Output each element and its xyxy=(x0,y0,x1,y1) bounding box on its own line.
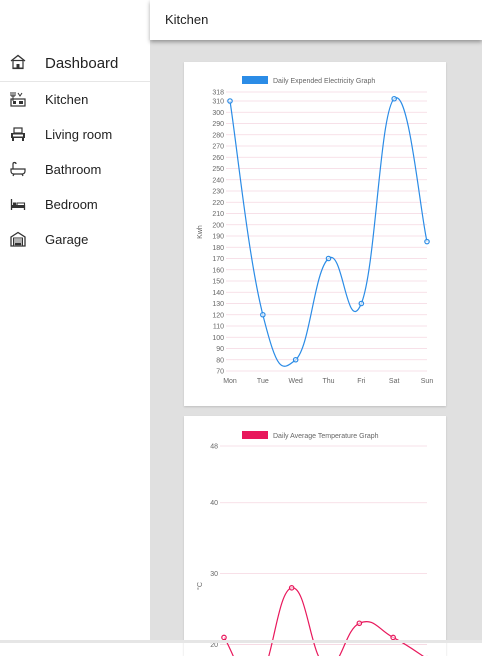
sofa-icon xyxy=(11,127,25,141)
electricity-chart: Daily Expended Electricity Graph 70 80 90 10… xyxy=(197,76,434,385)
temperature-chart-card: Daily Average Temperature Graph 20 30 40 48 °… xyxy=(184,416,446,656)
y-tick-label: 100 xyxy=(212,335,224,342)
data-point xyxy=(288,585,295,591)
sidebar-item-label: Living room xyxy=(45,126,113,142)
y-tick-label: 90 xyxy=(216,346,224,353)
chart-legend: Daily Expended Electricity Graph xyxy=(242,76,375,85)
bathtub-icon xyxy=(10,161,26,177)
y-tick-label: 70 xyxy=(216,369,224,376)
data-point xyxy=(221,634,227,641)
y-tick-label: 280 xyxy=(212,132,224,139)
y-tick-label: 40 xyxy=(210,500,218,507)
y-axis-label: Kwh xyxy=(197,225,204,239)
sidebar: Dashboard Kitchen Living room Bathroom B… xyxy=(0,0,150,643)
y-tick-label: 48 xyxy=(210,444,218,451)
temperature-chart: Daily Average Temperature Graph 20 30 40 48 °… xyxy=(196,431,428,656)
sidebar-item-label: Bathroom xyxy=(45,161,102,177)
chart-title: Daily Expended Electricity Graph xyxy=(273,78,375,85)
sidebar-item-living-room[interactable]: Living room xyxy=(0,117,150,151)
sidebar-item-bathroom[interactable]: Bathroom xyxy=(0,152,150,186)
y-tick-label: 180 xyxy=(212,245,224,252)
data-point xyxy=(260,311,266,318)
legend-swatch xyxy=(242,76,268,84)
y-tick-label: 260 xyxy=(212,155,224,162)
main-content: Daily Expended Electricity Graph 70 80 90 10… xyxy=(150,40,482,656)
legend-swatch xyxy=(242,431,268,439)
y-tick-label: 290 xyxy=(212,121,224,128)
x-tick-label: Fri xyxy=(357,378,366,385)
y-tick-label: 230 xyxy=(212,189,224,196)
x-tick-label: Sun xyxy=(421,378,434,385)
data-point xyxy=(356,620,363,627)
y-tick-label: 140 xyxy=(212,290,224,297)
data-point xyxy=(227,98,233,104)
y-tick-label: 318 xyxy=(212,90,224,97)
bed-icon xyxy=(10,199,26,210)
sidebar-item-garage[interactable]: Garage xyxy=(0,222,150,256)
x-tick-label: Wed xyxy=(289,378,303,385)
data-point xyxy=(424,238,430,245)
y-tick-label: 120 xyxy=(212,312,224,319)
chart-title: Daily Average Temperature Graph xyxy=(273,433,379,440)
x-tick-label: Sat xyxy=(389,378,400,385)
y-tick-label: 80 xyxy=(216,357,224,364)
sidebar-item-dashboard[interactable]: Dashboard xyxy=(0,45,150,82)
y-tick-label: 300 xyxy=(212,110,224,117)
sidebar-item-label: Kitchen xyxy=(45,91,89,107)
x-tick-label: Thu xyxy=(322,378,334,385)
series-line xyxy=(223,587,424,656)
y-tick-label: 220 xyxy=(212,200,224,207)
y-tick-label: 160 xyxy=(212,267,224,274)
y-tick-label: 200 xyxy=(212,222,224,229)
chart-legend: Daily Average Temperature Graph xyxy=(242,431,379,440)
garage-icon xyxy=(10,231,26,247)
electricity-chart-card: Daily Expended Electricity Graph 70 80 90 10… xyxy=(184,62,446,406)
y-axis-label: °C xyxy=(196,582,204,590)
data-point xyxy=(390,634,396,641)
data-point xyxy=(391,95,397,102)
y-tick-label: 170 xyxy=(212,256,224,263)
data-point xyxy=(292,356,299,363)
y-tick-label: 20 xyxy=(210,642,218,649)
y-tick-label: 310 xyxy=(212,99,224,106)
page-title: Kitchen xyxy=(165,12,209,27)
y-tick-label: 30 xyxy=(210,571,218,578)
sidebar-item-kitchen[interactable]: Kitchen xyxy=(0,82,150,116)
sidebar-item-label: Bedroom xyxy=(45,196,98,212)
y-tick-label: 240 xyxy=(212,177,224,184)
x-tick-label: Mon xyxy=(223,378,237,385)
x-tick-label: Tue xyxy=(257,378,269,385)
data-point xyxy=(358,300,365,307)
y-tick-label: 270 xyxy=(212,144,224,151)
y-tick-label: 190 xyxy=(212,234,224,241)
data-point xyxy=(325,255,332,262)
kitchen-icon xyxy=(10,92,26,107)
sidebar-item-label: Garage xyxy=(45,231,89,247)
y-tick-label: 110 xyxy=(213,324,224,331)
sidebar-item-bedroom[interactable]: Bedroom xyxy=(0,187,150,221)
y-tick-label: 150 xyxy=(212,279,224,286)
y-tick-label: 210 xyxy=(212,211,224,218)
sidebar-item-label: Dashboard xyxy=(45,54,119,72)
y-tick-label: 250 xyxy=(212,166,224,173)
top-bar: Kitchen xyxy=(150,0,482,40)
y-tick-label: 130 xyxy=(212,301,224,308)
house-icon xyxy=(10,54,26,70)
